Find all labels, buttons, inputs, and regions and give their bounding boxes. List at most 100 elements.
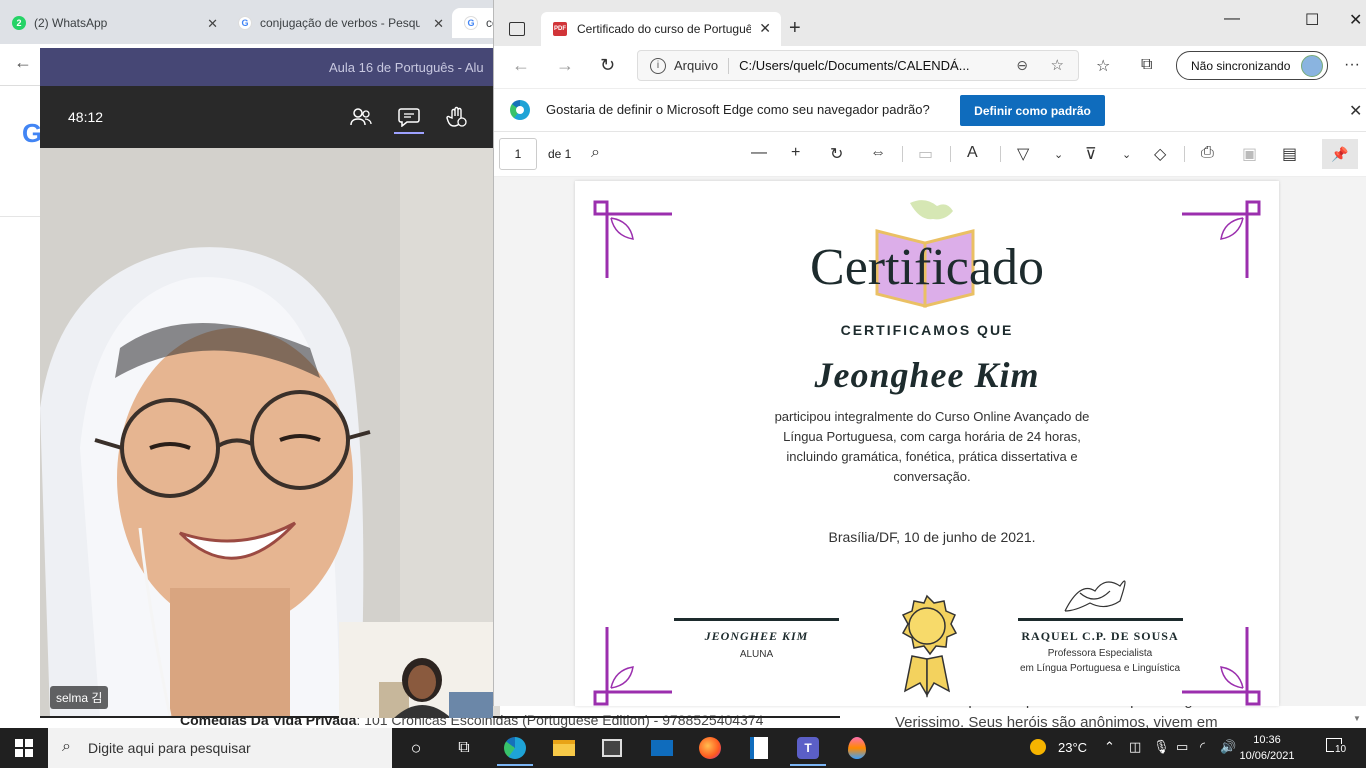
tab-label: conjugação de verbos - Pesquisa: [260, 16, 420, 30]
collections-icon[interactable]: ⧉: [1141, 56, 1152, 74]
teacher-role: Professora Especialista: [1047, 648, 1153, 659]
refresh-icon[interactable]: ↻: [600, 55, 615, 76]
task-view-icon[interactable]: ⧉: [452, 736, 476, 760]
google-icon: G: [238, 16, 252, 30]
zoom-in-icon[interactable]: +: [791, 144, 800, 162]
tab-google-search[interactable]: G conjugação de verbos - Pesquisa ✕: [226, 8, 452, 38]
tab-actions-icon[interactable]: [509, 22, 525, 36]
cortana-icon[interactable]: ○: [404, 736, 428, 760]
active-indicator: [394, 132, 424, 134]
forward-icon[interactable]: →: [556, 55, 574, 76]
set-default-button[interactable]: Definir como padrão: [960, 95, 1105, 126]
participants-icon[interactable]: [348, 104, 374, 130]
firefox-icon[interactable]: [698, 736, 722, 760]
corner-ornament-bottom-left: [593, 627, 672, 706]
fit-to-page-icon[interactable]: ⇔: [870, 144, 886, 162]
edge-taskbar-icon[interactable]: [497, 736, 533, 766]
self-view-video: [339, 622, 493, 718]
maximize-icon[interactable]: ☐: [1305, 10, 1319, 30]
weather-sun-icon[interactable]: [1030, 739, 1046, 758]
tab-label: (2) WhatsApp: [34, 16, 108, 30]
draw-icon[interactable]: ▽: [1017, 144, 1029, 164]
file-explorer-icon[interactable]: [552, 736, 576, 760]
close-icon[interactable]: ✕: [207, 16, 218, 32]
edge-logo-icon: [510, 100, 530, 120]
meeting-control-bar: [40, 86, 500, 148]
recipient-name: Jeonghee Kim: [814, 355, 1040, 395]
close-tab-icon[interactable]: ✕: [759, 20, 771, 37]
zoom-out-icon[interactable]: —: [751, 144, 767, 162]
address-url[interactable]: C:/Users/quelc/Documents/CALENDÁ...: [739, 58, 969, 73]
call-timer: 48:12: [68, 109, 104, 125]
meet-now-icon[interactable]: ◫: [1129, 739, 1141, 755]
clock-date: 10/06/2021: [1239, 750, 1295, 762]
page-view-icon[interactable]: ▭: [918, 144, 933, 164]
search-placeholder: Digite aqui para pesquisar: [88, 740, 251, 756]
avatar: [1301, 55, 1323, 77]
print-icon[interactable]: ⎙: [1201, 144, 1214, 162]
system-clock[interactable]: 10:36 10/06/2021: [1230, 732, 1304, 764]
wifi-icon[interactable]: ◜: [1200, 739, 1205, 755]
certificate-title: Certificado: [810, 239, 1044, 296]
microphone-icon[interactable]: 🎙: [1153, 739, 1170, 755]
save-as-icon[interactable]: ▤: [1282, 144, 1297, 164]
document-icon[interactable]: [747, 736, 771, 760]
student-name: JEONGHEE KIM: [704, 629, 809, 643]
back-icon[interactable]: ←: [512, 55, 530, 76]
zoom-icon[interactable]: ⊖: [1016, 57, 1028, 74]
start-icon[interactable]: [12, 736, 36, 760]
pin-toolbar-icon[interactable]: 📌: [1322, 139, 1358, 169]
save-icon[interactable]: ▣: [1242, 144, 1257, 164]
tab-whatsapp[interactable]: 2 (2) WhatsApp ✕: [0, 8, 226, 38]
rotate-icon[interactable]: ↻: [830, 144, 843, 164]
close-infobar-icon[interactable]: ✕: [1349, 101, 1362, 121]
participant-name-tag: selma 김: [50, 686, 109, 709]
divider: [1000, 146, 1001, 162]
raise-hand-icon[interactable]: [444, 104, 470, 130]
add-favorite-icon[interactable]: ☆: [1051, 56, 1064, 74]
close-icon[interactable]: ✕: [433, 16, 444, 32]
close-window-icon[interactable]: ✕: [1349, 10, 1362, 30]
mail-icon[interactable]: [650, 736, 674, 760]
teacher-signature-line: [1018, 618, 1183, 621]
chevron-down-icon[interactable]: ⌄: [1054, 148, 1063, 161]
new-tab-icon[interactable]: +: [789, 17, 801, 40]
whatsapp-icon: 2: [12, 16, 26, 30]
store-icon[interactable]: [600, 736, 624, 760]
chat-icon[interactable]: [396, 104, 422, 130]
scroll-down-icon[interactable]: ▼: [1353, 714, 1361, 723]
signature: [1064, 580, 1126, 612]
battery-icon[interactable]: ▭: [1176, 739, 1188, 755]
divider: [1184, 146, 1185, 162]
award-medal-icon: [901, 594, 958, 698]
page-count: de 1: [548, 147, 572, 161]
divider: [950, 146, 951, 162]
search-icon[interactable]: ⌕: [591, 144, 600, 162]
chevron-down-icon[interactable]: ⌄: [1122, 148, 1131, 161]
paint-icon[interactable]: [845, 736, 869, 760]
certificate-date: Brasília/DF, 10 de junho de 2021.: [828, 529, 1036, 545]
weather-temperature[interactable]: 23°C: [1058, 740, 1087, 755]
eraser-icon[interactable]: ◇: [1154, 144, 1166, 164]
favorites-icon[interactable]: ☆: [1096, 56, 1110, 76]
teams-icon[interactable]: T: [790, 736, 826, 766]
address-bar[interactable]: i Arquivo C:/Users/quelc/Documents/CALEN…: [637, 50, 1079, 81]
more-options-icon[interactable]: ···: [1344, 56, 1360, 74]
back-arrow-icon[interactable]: ←: [14, 52, 32, 73]
read-aloud-icon[interactable]: A: [967, 144, 978, 162]
profile-sync-button[interactable]: Não sincronizando: [1176, 51, 1328, 80]
notifications-button[interactable]: 10: [1326, 738, 1348, 756]
certificate-body: participou integralmente do Curso Online…: [774, 409, 1090, 484]
highlight-icon[interactable]: ⊽: [1085, 144, 1097, 164]
page-number-input[interactable]: 1: [499, 138, 537, 170]
info-icon[interactable]: i: [650, 57, 666, 74]
tab-label: Certificado do curso de Português: [577, 22, 751, 36]
certificate-subtitle: CERTIFICAMOS QUE: [840, 322, 1014, 338]
student-role: ALUNA: [739, 649, 774, 660]
taskbar-search-box[interactable]: ⌕ Digite aqui para pesquisar: [48, 728, 392, 768]
minimize-icon[interactable]: —: [1224, 10, 1240, 28]
sync-label: Não sincronizando: [1191, 58, 1291, 73]
tab-certificate[interactable]: PDF Certificado do curso de Português ✕: [541, 12, 781, 46]
chevron-up-icon[interactable]: ⌃: [1104, 739, 1115, 755]
divider: [728, 57, 730, 74]
